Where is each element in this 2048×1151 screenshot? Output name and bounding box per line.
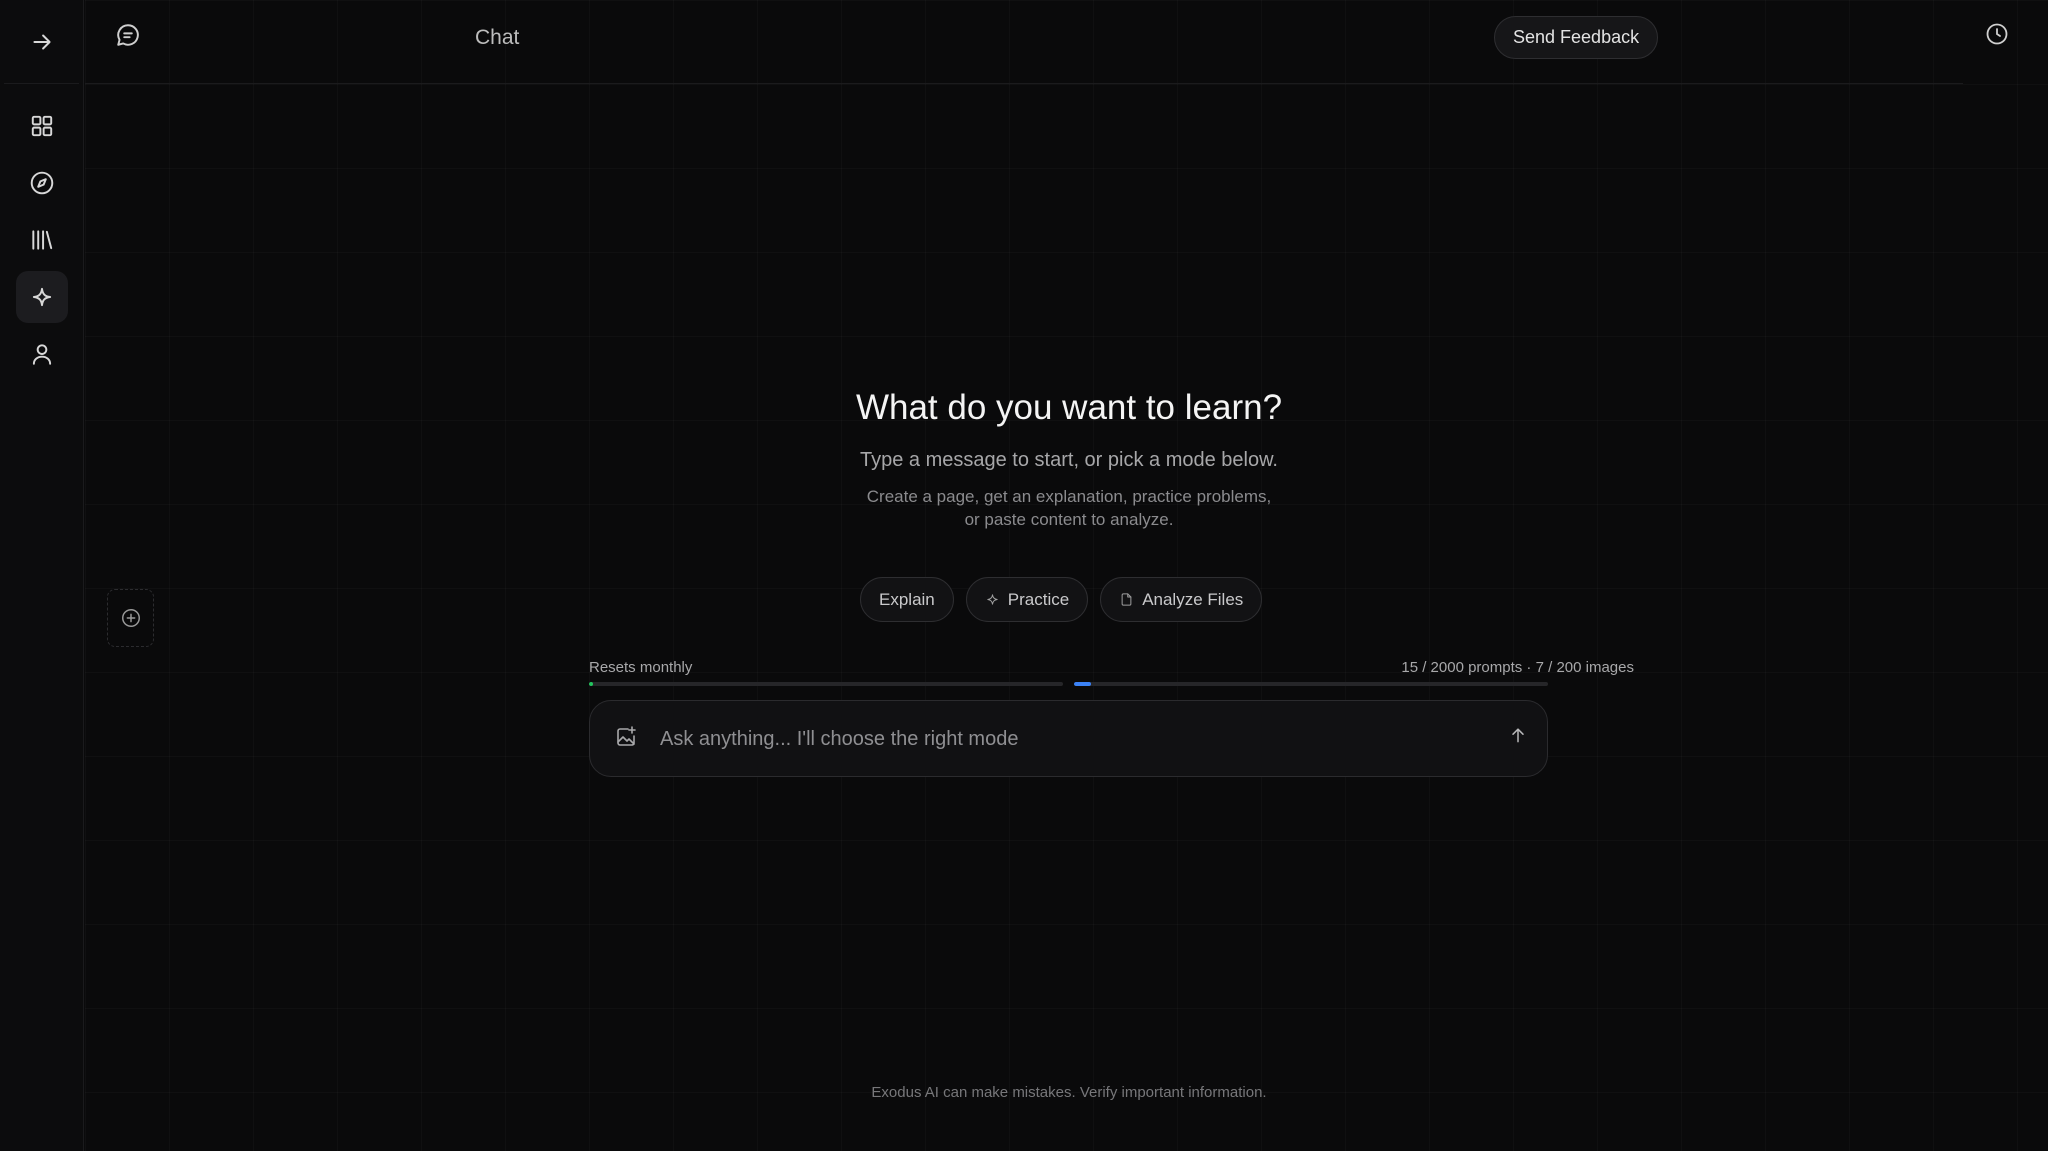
disclaimer: Exodus AI can make mistakes. Verify impo… — [871, 1084, 1267, 1101]
sparkle-icon — [32, 287, 51, 307]
sidebar-item-dashboard[interactable] — [16, 100, 68, 152]
chat-input[interactable] — [660, 719, 1460, 759]
mode-label: Practice — [1007, 589, 1070, 609]
sidebar-item-library[interactable] — [16, 214, 68, 266]
mode-practice-button[interactable]: Practice — [965, 577, 1089, 622]
chat-list-button[interactable] — [113, 20, 143, 50]
sidebar-item-explore[interactable] — [16, 157, 68, 209]
attach-image-button[interactable] — [612, 723, 640, 751]
hero-title: What do you want to learn? — [855, 388, 1283, 427]
prompts-usage-fill — [589, 682, 593, 686]
sidebar-item-profile[interactable] — [16, 328, 68, 380]
sidebar-nav — [0, 84, 83, 380]
plus-circle-icon — [121, 609, 140, 627]
arrow-up-icon — [1512, 728, 1524, 743]
send-feedback-button[interactable]: Send Feedback — [1494, 16, 1659, 59]
mode-picker: Explain Practice Analyze Files — [860, 577, 1263, 622]
history-button[interactable] — [1982, 19, 2012, 49]
sidebar-toggle[interactable] — [4, 0, 79, 84]
user-icon — [32, 344, 51, 365]
images-usage-fill — [1074, 682, 1091, 686]
page-title: Chat — [475, 26, 520, 49]
sparkle-icon — [987, 594, 998, 605]
quota-bars — [589, 682, 1548, 686]
mode-label: Analyze Files — [1142, 589, 1244, 609]
chat-composer — [589, 700, 1548, 777]
top-bar: Chat Send Feedback — [85, 0, 2008, 84]
sidebar — [0, 0, 84, 1151]
quota-reset-label: Resets monthly — [589, 659, 693, 676]
arrow-right-icon — [32, 34, 51, 49]
grid-icon — [31, 115, 52, 137]
compass-icon — [30, 171, 53, 195]
hero-subtitle: Type a message to start, or pick a mode … — [860, 449, 1278, 471]
new-chat-button[interactable] — [107, 589, 154, 647]
file-icon — [1121, 593, 1132, 606]
sidebar-item-ai-chat[interactable] — [15, 271, 68, 323]
images-usage-bar — [1074, 682, 1548, 686]
library-icon — [31, 230, 52, 250]
send-button[interactable] — [1504, 721, 1532, 749]
clock-icon — [1986, 23, 2008, 45]
app-root: Chat Send Feedback What do you want to l… — [0, 0, 2048, 1151]
image-plus-icon — [617, 726, 636, 746]
message-circle-icon — [117, 24, 139, 46]
mode-analyze-files-button[interactable]: Analyze Files — [1100, 577, 1263, 622]
quota-usage-label: 15 / 2000 prompts · 7 / 200 images — [1401, 659, 1634, 676]
main-area: Chat Send Feedback What do you want to l… — [85, 0, 2048, 1151]
mode-explain-button[interactable]: Explain — [860, 577, 954, 622]
prompts-usage-bar — [589, 682, 1063, 686]
mode-label: Explain — [879, 589, 935, 609]
hero-description: Create a page, get an explanation, pract… — [866, 487, 1272, 529]
